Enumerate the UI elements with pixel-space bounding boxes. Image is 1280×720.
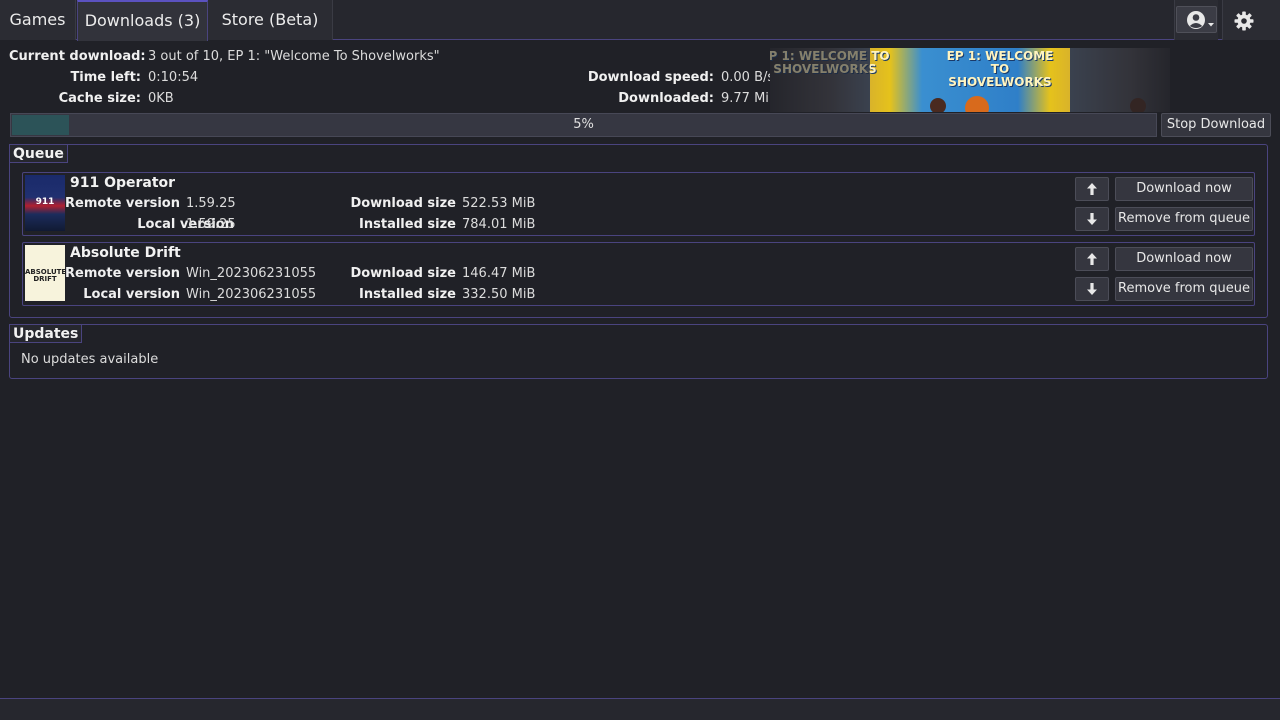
download-speed-value: 0.00 B/s — [721, 70, 775, 85]
queue-item: ABSOLUTE DRIFT Absolute Drift Remote ver… — [22, 242, 1255, 306]
download-now-button[interactable]: Download now — [1115, 247, 1253, 271]
installed-size-value: 784.01 MiB — [462, 217, 536, 232]
tab-games[interactable]: Games — [0, 0, 76, 40]
arrow-up-icon — [1087, 183, 1097, 195]
queue-title: Queue — [9, 144, 68, 163]
arrow-down-icon — [1087, 213, 1097, 225]
cache-size-value: 0KB — [148, 91, 174, 106]
move-up-button[interactable] — [1075, 177, 1109, 201]
updates-group — [9, 324, 1268, 379]
account-icon — [1176, 6, 1217, 33]
installed-size-label: Installed size — [359, 287, 456, 302]
current-download-label: Current download: — [9, 49, 146, 64]
download-size-value: 146.47 MiB — [462, 266, 536, 281]
installed-size-label: Installed size — [359, 217, 456, 232]
download-now-button[interactable]: Download now — [1115, 177, 1253, 201]
banner-fade — [770, 48, 870, 112]
remote-version-value: 1.59.25 — [186, 196, 236, 211]
move-up-button[interactable] — [1075, 247, 1109, 271]
cache-size-label: Cache size: — [58, 91, 141, 106]
local-version-value: 1.59.25 — [186, 217, 236, 232]
local-version-value: Win_202306231055 — [186, 287, 317, 302]
remote-version-value: Win_202306231055 — [186, 266, 317, 281]
download-size-label: Download size — [350, 196, 456, 211]
queue-item: 911 911 Operator Remote version 1.59.25 … — [22, 172, 1255, 236]
gear-icon — [1234, 11, 1254, 31]
game-banner-image: EP 1: WELCOME TO SHOVELWORKS EP 1: WELCO… — [770, 48, 1170, 112]
time-left-label: Time left: — [70, 70, 141, 85]
download-size-label: Download size — [350, 266, 456, 281]
no-updates-text: No updates available — [21, 352, 159, 367]
stop-download-button[interactable]: Stop Download — [1161, 113, 1271, 137]
download-size-value: 522.53 MiB — [462, 196, 536, 211]
remote-version-label: Remote version — [65, 266, 180, 281]
current-download-value: 3 out of 10, EP 1: "Welcome To Shovelwor… — [148, 49, 440, 64]
game-title: Absolute Drift — [70, 245, 181, 261]
arrow-up-icon — [1087, 253, 1097, 265]
tab-downloads[interactable]: Downloads (3) — [77, 0, 208, 41]
downloaded-label: Downloaded: — [618, 91, 714, 106]
banner-fade — [1070, 48, 1170, 112]
banner-text-center: EP 1: WELCOME TO SHOVELWORKS — [946, 49, 1054, 89]
move-down-button[interactable] — [1075, 207, 1109, 231]
arrow-down-icon — [1087, 283, 1097, 295]
game-title: 911 Operator — [70, 175, 176, 191]
progress-text: 5% — [573, 117, 594, 132]
updates-title: Updates — [9, 324, 83, 343]
tab-bar: Games Downloads (3) Store (Beta) — [0, 0, 1280, 41]
download-speed-label: Download speed: — [587, 70, 714, 85]
installed-size-value: 332.50 MiB — [462, 287, 536, 302]
status-bar — [0, 698, 1280, 720]
remote-version-label: Remote version — [65, 196, 180, 211]
remove-from-queue-button[interactable]: Remove from queue — [1115, 277, 1253, 301]
account-button[interactable] — [1174, 0, 1218, 40]
move-down-button[interactable] — [1075, 277, 1109, 301]
local-version-label: Local version — [83, 287, 180, 302]
remove-from-queue-button[interactable]: Remove from queue — [1115, 207, 1253, 231]
time-left-value: 0:10:54 — [148, 70, 199, 85]
app-window: Games Downloads (3) Store (Beta) Current… — [0, 0, 1280, 720]
settings-button[interactable] — [1222, 0, 1280, 40]
download-progress-bar: 5% — [10, 113, 1157, 137]
banner-character — [930, 98, 946, 112]
banner-character — [965, 96, 989, 112]
tab-store[interactable]: Store (Beta) — [208, 0, 333, 40]
